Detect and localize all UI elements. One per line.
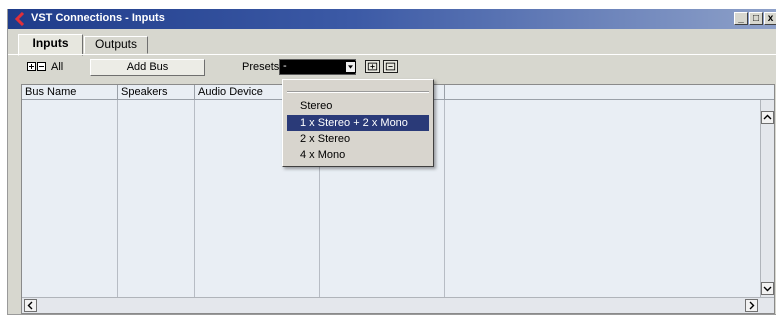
restore-icon: □	[752, 13, 760, 24]
tab-inputs[interactable]: Inputs	[18, 34, 83, 56]
horizontal-scrollbar[interactable]	[22, 297, 774, 313]
column-header-label: Bus Name	[25, 86, 77, 98]
column-header-5[interactable]	[445, 85, 774, 100]
vst-connections-window: VST Connections - Inputs _ □ x Inputs Ou…	[7, 9, 776, 315]
tab-inputs-label: Inputs	[32, 36, 69, 50]
scroll-up-button[interactable]	[761, 111, 774, 124]
chevron-down-icon[interactable]	[345, 61, 356, 73]
store-preset-icon[interactable]	[365, 60, 380, 73]
restore-button[interactable]: □	[749, 12, 763, 25]
minimize-button[interactable]: _	[734, 12, 748, 25]
presets-label: Presets	[242, 61, 280, 73]
column-divider	[117, 100, 118, 297]
title-bar[interactable]: VST Connections - Inputs _ □ x	[8, 9, 776, 29]
add-bus-label: Add Bus	[126, 61, 169, 73]
preset-option-4-mono[interactable]: 4 x Mono	[287, 147, 429, 163]
menu-separator	[287, 91, 429, 93]
scroll-down-button[interactable]	[761, 282, 774, 295]
preset-option-label: 1 x Stereo + 2 x Mono	[300, 117, 408, 129]
all-label: All	[51, 61, 64, 73]
chevron-left-icon	[27, 301, 33, 310]
preset-option-2-stereo[interactable]: 2 x Stereo	[287, 131, 429, 147]
chevron-up-icon	[763, 114, 772, 120]
column-header-bus-name[interactable]: Bus Name	[22, 85, 118, 100]
column-divider	[444, 100, 445, 297]
window-title: VST Connections - Inputs	[31, 12, 165, 24]
preset-option-label: 4 x Mono	[300, 149, 346, 161]
preset-option-label: Stereo	[300, 100, 333, 112]
tab-outputs-label: Outputs	[94, 37, 138, 51]
presets-dropdown-menu: Stereo 1 x Stereo + 2 x Mono 2 x Stereo …	[282, 79, 434, 167]
close-button[interactable]: x	[764, 12, 776, 25]
column-divider	[194, 100, 195, 297]
cubase-logo-icon	[14, 12, 25, 26]
vertical-scrollbar[interactable]	[760, 100, 774, 298]
preset-option-stereo[interactable]: Stereo	[287, 98, 429, 114]
column-header-label: Speakers	[121, 86, 168, 98]
tab-outputs[interactable]: Outputs	[84, 36, 148, 54]
column-header-speakers[interactable]: Speakers	[118, 85, 195, 100]
preset-option-stereo-2-mono[interactable]: 1 x Stereo + 2 x Mono	[287, 115, 429, 131]
add-bus-button[interactable]: Add Bus	[90, 59, 205, 76]
chevron-down-icon	[763, 286, 772, 292]
close-icon: x	[767, 13, 774, 24]
presets-value: -	[283, 60, 287, 72]
expand-collapse-all-icon[interactable]	[27, 62, 47, 72]
column-header-label: Audio Device	[198, 86, 263, 98]
tab-divider	[8, 54, 776, 55]
chevron-right-icon	[749, 301, 755, 310]
scroll-left-button[interactable]	[24, 299, 37, 312]
minimize-icon: _	[738, 13, 744, 24]
remove-preset-icon[interactable]	[383, 60, 398, 73]
preset-option-label: 2 x Stereo	[300, 133, 351, 145]
scroll-right-button[interactable]	[745, 299, 758, 312]
